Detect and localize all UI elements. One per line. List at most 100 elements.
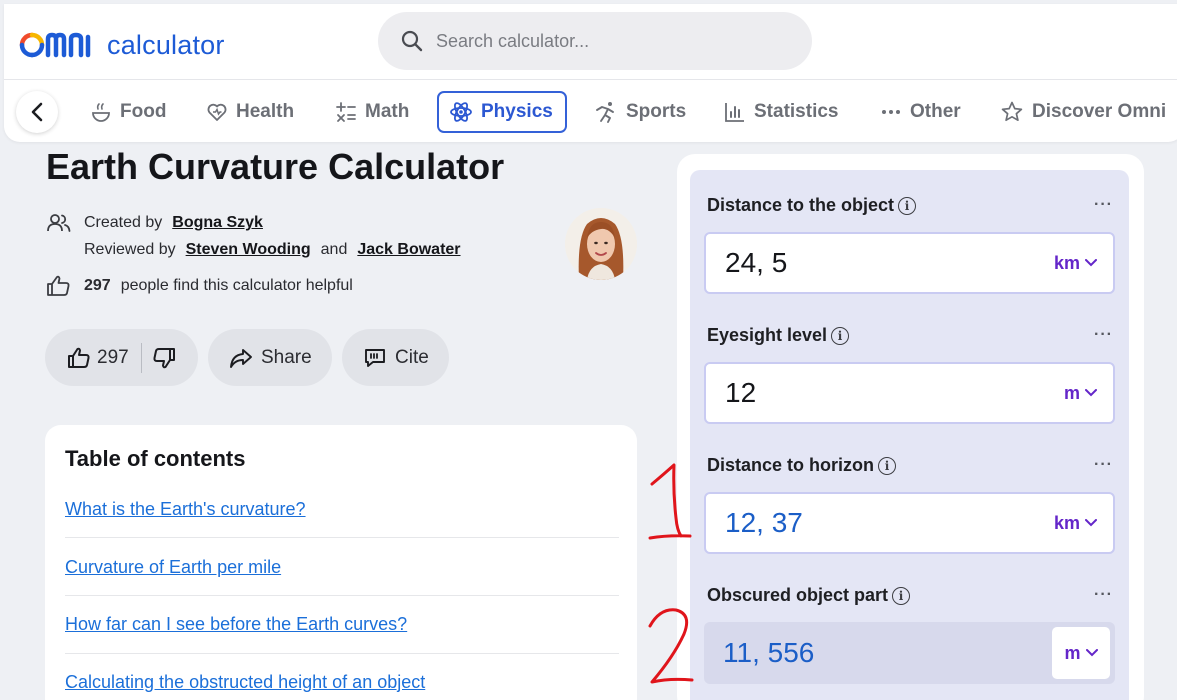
omni-logo-mark [19,32,91,58]
share-button[interactable]: Share [208,329,332,386]
field-value[interactable]: 12 [725,377,756,409]
site-header: calculator Food Health [4,4,1177,142]
cite-label: Cite [395,346,429,368]
unit-selector[interactable]: m [1052,627,1110,679]
toc-divider [65,595,619,596]
unit-selector[interactable]: km [1054,234,1097,292]
unit-label: km [1053,512,1080,533]
nav-item-label: Physics [481,101,553,122]
pill-divider [140,342,142,373]
info-icon[interactable]: i [892,586,911,605]
nav-item-sports[interactable]: Sports [594,91,686,133]
like-count: 297 [97,346,129,368]
field-label: Eyesight level i [707,325,850,346]
nav-item-label: Math [365,101,410,122]
nav-item-label: Other [910,101,961,122]
nav-back-button[interactable] [16,91,58,133]
nav-item-label: Statistics [754,101,839,122]
chevron-down-icon [1085,649,1098,657]
logo-text: calculator [107,29,225,60]
category-nav: Food Health Math Physics Sports Statisti… [4,88,1177,138]
toc-divider [65,537,619,538]
info-icon[interactable]: i [898,196,917,215]
field-value[interactable]: 11, 556 [723,637,814,669]
star-icon [1001,101,1023,122]
physics-icon [450,102,472,122]
header-divider [4,79,1177,80]
nav-item-health[interactable]: Health [206,91,294,133]
page-title: Earth Curvature Calculator [46,146,505,187]
unit-label: km [1053,252,1080,273]
field-label-text: Distance to horizon [707,455,875,475]
field-value[interactable]: 24, 5 [725,247,787,279]
math-icon [336,102,356,122]
unit-selector[interactable]: km [1054,494,1097,552]
nav-item-statistics[interactable]: Statistics [724,91,838,133]
toc-title: Table of contents [65,446,246,471]
nav-item-food[interactable]: Food [90,91,166,133]
unit-selector[interactable]: m [1064,364,1097,422]
field-options-button[interactable]: ··· [1094,196,1113,214]
annotation-marker-2 [648,608,694,684]
table-of-contents: Table of contents What is the Earth's cu… [45,425,637,700]
field-value[interactable]: 12, 37 [725,507,803,539]
info-icon[interactable]: i [831,326,850,345]
search-icon [401,30,423,52]
field-options-button[interactable]: ··· [1094,326,1113,344]
nav-item-physics[interactable]: Physics [437,91,567,133]
toc-divider [65,653,619,654]
thumbs-down-icon[interactable] [152,347,176,369]
toc-link[interactable]: Curvature of Earth per mile [65,557,281,578]
reviewed-by-label: Reviewed by [84,241,176,258]
field-label: Distance to the object i [707,195,917,216]
nav-item-math[interactable]: Math [335,91,409,133]
helpful-line: 297 people find this calculator helpful [46,275,353,297]
share-label: Share [261,346,312,368]
author-photo [565,208,637,280]
helpful-count: 297 [84,277,111,294]
nav-item-label: Health [236,101,295,122]
toc-link[interactable]: Calculating the obstructed height of an … [65,672,425,693]
author-link[interactable]: Bogna Szyk [172,214,263,232]
nav-item-label: Food [120,101,167,122]
reviewed-by-line: Reviewed by Steven Wooding and Jack Bowater [84,241,461,259]
health-icon [207,103,227,121]
toc-link[interactable]: How far can I see before the Earth curve… [65,614,407,635]
distance-to-horizon-field[interactable]: 12, 37 km [704,492,1115,554]
field-options-button[interactable]: ··· [1094,586,1113,604]
field-label-text: Obscured object part [707,585,889,605]
chevron-down-icon [1085,259,1097,267]
eyesight-level-field[interactable]: 12 m [704,362,1115,424]
toc-link[interactable]: What is the Earth's curvature? [65,499,306,520]
rating-pill: 297 [45,329,198,386]
omni-logo[interactable]: calculator [18,30,225,60]
thumbs-up-icon[interactable] [67,347,91,369]
annotation-marker-1 [648,463,692,540]
field-label-text: Distance to the object [707,195,895,215]
chevron-down-icon [1085,519,1097,527]
obscured-object-part-field[interactable]: 11, 556 m [704,622,1115,684]
chevron-left-icon [31,102,43,122]
field-label: Distance to horizon i [707,455,897,476]
people-icon [47,214,71,232]
cite-button[interactable]: Cite [342,329,449,386]
distance-to-object-field[interactable]: 24, 5 km [704,232,1115,294]
share-icon [230,348,252,368]
field-options-button[interactable]: ··· [1094,456,1113,474]
nav-item-label: Sports [626,101,687,122]
nav-item-other[interactable]: Other [880,91,961,133]
chevron-down-icon [1085,389,1097,397]
quote-icon [365,348,385,367]
reviewer-link[interactable]: Steven Wooding [186,241,311,259]
created-by-label: Created by [84,214,163,231]
statistics-icon [725,103,744,122]
thumbs-up-icon [47,275,70,296]
sports-icon [596,102,614,123]
field-label: Obscured object part i [707,585,911,606]
search-input[interactable] [436,30,776,52]
author-avatar[interactable] [565,208,637,280]
reviewer-link[interactable]: Jack Bowater [357,241,460,259]
search-bar[interactable] [378,12,812,70]
nav-item-discover-omni[interactable]: Discover Omni [1000,91,1166,133]
info-icon[interactable]: i [878,456,897,475]
